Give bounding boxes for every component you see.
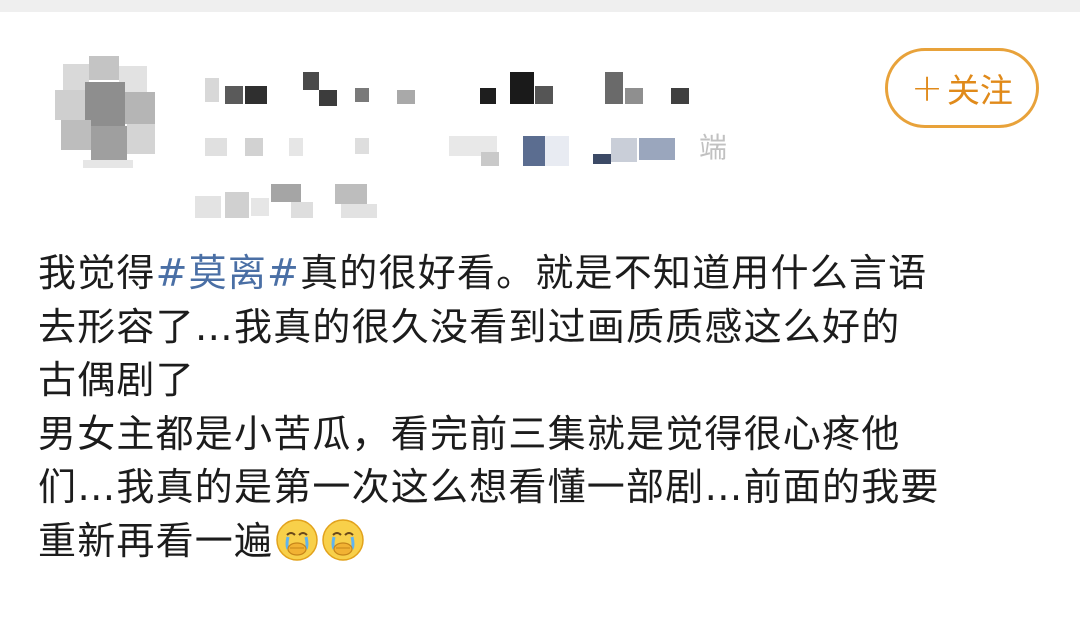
post-line-3: 古偶剧了 xyxy=(38,358,195,402)
avatar[interactable] xyxy=(55,56,161,168)
post-text: 我觉得#莫离#真的很好看。就是不知道用什么言语 去形容了…我真的很久没看到过画质… xyxy=(38,247,1048,568)
username[interactable] xyxy=(205,72,705,112)
follow-button[interactable]: + 关注 xyxy=(885,48,1039,128)
post-line-6: 重新再看一遍 xyxy=(38,515,1048,569)
source-suffix: 端 xyxy=(699,131,728,164)
post-meta xyxy=(205,132,745,168)
crying-face-emoji xyxy=(322,518,364,561)
post-location xyxy=(195,184,395,220)
post-line-2: 去形容了…我真的很久没看到过画质质感这么好的 xyxy=(38,304,901,349)
crying-face-emoji xyxy=(276,518,318,561)
post-line-4: 男女主都是小苦瓜，看完前三集就是觉得很心疼他 xyxy=(38,411,901,456)
hashtag-link[interactable]: #莫离# xyxy=(156,251,300,295)
follow-label: 关注 xyxy=(946,71,1013,110)
top-strip xyxy=(0,0,1080,12)
plus-icon: + xyxy=(911,66,943,110)
post-line-1: 我觉得#莫离#真的很好看。就是不知道用什么言语 xyxy=(38,251,928,295)
post-line-5: 们…我真的是第一次这么想看懂一部剧…前面的我要 xyxy=(38,465,940,509)
